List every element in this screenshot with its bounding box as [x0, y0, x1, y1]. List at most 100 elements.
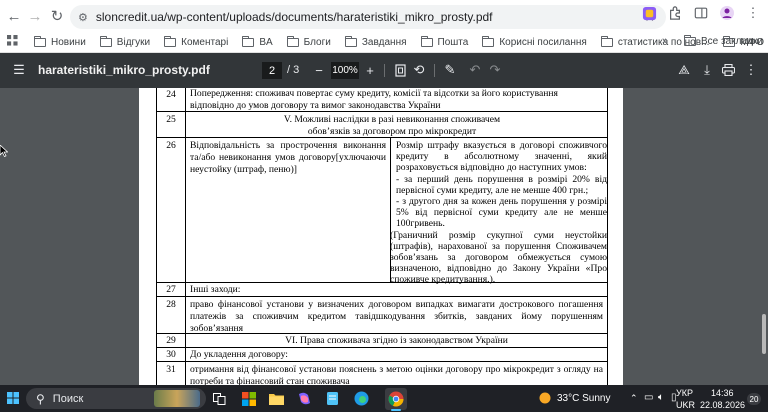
table-row: 30 До укладення договору: [156, 348, 608, 362]
profile-avatar-icon[interactable] [718, 4, 736, 22]
pdf-page: 24 Попередження: споживач повертає суму … [139, 88, 623, 385]
row-number: 31 [166, 364, 176, 375]
all-bookmarks-folder[interactable]: Все закладки [684, 35, 763, 47]
penalty-text: - за перший день порушення в розмірі 20%… [396, 173, 607, 196]
folder-icon [684, 35, 696, 46]
row-text: Інші заходи: [190, 284, 241, 295]
column-divider [185, 112, 186, 137]
microsoft-edge-icon[interactable] [353, 390, 370, 407]
penalty-text: Розмір штрафу вказується в договорі спож… [396, 140, 607, 174]
bookmark-folder[interactable]: Завдання [344, 35, 407, 48]
pdf-toolbar: ☰ harateristiki_mikro_prosty.pdf 2 / 3 −… [0, 53, 768, 88]
forward-button[interactable]: → [23, 4, 47, 28]
url-text[interactable]: sloncredit.ua/wp-content/uploads/documen… [96, 10, 493, 24]
search-placeholder: Поиск [52, 392, 84, 405]
undo-icon[interactable]: ↶ [467, 62, 483, 78]
weather-sun-icon[interactable] [538, 391, 552, 408]
volume-icon[interactable]: 🔈︎ [658, 392, 664, 403]
windows-taskbar: ⚲ Поиск 33°C Sunny ⌃ ▭ 🔈︎ ▯ УКР UKR 14:3… [0, 385, 768, 412]
active-app-indicator [391, 409, 401, 411]
column-divider [185, 297, 186, 333]
extensions-puzzle-icon[interactable] [666, 4, 684, 22]
table-row: 26 Відповідальність за прострочення вико… [156, 138, 608, 286]
folder-icon [482, 35, 495, 47]
address-bar-row: ← → ↻ ⚙ sloncredit.ua/wp-content/uploads… [0, 0, 768, 32]
save-to-drive-icon[interactable]: ⟁ [676, 62, 692, 78]
bookmark-label: Новини [51, 36, 86, 48]
more-bookmarks-chevron-icon[interactable]: » [662, 35, 668, 47]
bookmark-label: BA [259, 36, 273, 48]
mouse-cursor-icon [0, 144, 9, 160]
folder-icon [420, 35, 433, 47]
folder-icon [34, 35, 46, 47]
table-row: 31 отримання від фінансової установи поя… [156, 362, 608, 385]
taskbar-search[interactable]: ⚲ Поиск [26, 388, 206, 409]
table-row: 29 VI. Права споживача згідно із законод… [156, 334, 608, 348]
pdf-viewport[interactable]: 24 Попередження: споживач повертає суму … [0, 88, 768, 385]
column-divider [185, 348, 186, 361]
fit-page-icon[interactable] [392, 62, 408, 78]
bookmark-folder[interactable]: Коментарі [164, 35, 229, 48]
download-icon[interactable]: ⤓ [699, 62, 715, 78]
omnibox[interactable]: ⚙ sloncredit.ua/wp-content/uploads/docum… [70, 5, 666, 29]
row-text: отримання від фінансової установи поясне… [190, 364, 603, 385]
notepad-app-icon[interactable] [324, 390, 341, 407]
clock-time[interactable]: 14:36 [711, 388, 734, 398]
clock-date[interactable]: 22.08.2026 [700, 400, 745, 410]
menu-kebab-icon[interactable]: ⋮ [744, 4, 762, 22]
table-row: 24 Попередження: споживач повертає суму … [156, 88, 608, 112]
redo-icon[interactable]: ↷ [487, 62, 503, 78]
apps-grid-icon[interactable] [7, 35, 18, 49]
table-row: 27 Інші заходи: [156, 283, 608, 297]
section-heading: VI. Права споживача згідно із законодавс… [285, 335, 508, 346]
rotate-icon[interactable]: ⟲ [411, 62, 427, 78]
row-text: право фінансової установи у визначених д… [190, 299, 603, 334]
bookmark-label: Відгуки [116, 36, 151, 48]
tray-chevron-icon[interactable]: ⌃ [630, 393, 638, 404]
zoom-in-icon[interactable]: + [362, 62, 378, 78]
copilot-icon[interactable] [296, 390, 313, 407]
bookmark-folder[interactable]: Пошта [420, 35, 469, 48]
row-text: Попередження: споживач повертає суму кре… [190, 88, 558, 111]
pdf-filename: harateristiki_mikro_prosty.pdf [38, 63, 210, 77]
row-number: 28 [166, 299, 176, 310]
annotate-pen-icon[interactable]: ✎ [442, 62, 458, 78]
weather-text[interactable]: 33°C Sunny [557, 393, 610, 404]
bookmark-folder[interactable]: Блоги [286, 35, 331, 48]
split-view-icon[interactable] [692, 4, 710, 22]
bookmark-label: Коментарі [181, 36, 229, 48]
network-icon[interactable]: ▭ [644, 392, 653, 403]
extension-colorful-icon[interactable] [640, 4, 658, 22]
bookmark-folder[interactable]: BA [242, 35, 273, 48]
zoom-level-input[interactable]: 100% [331, 62, 359, 79]
penalty-details: Розмір штрафу вказується в договорі спож… [390, 140, 607, 286]
zoom-out-icon[interactable]: − [311, 62, 327, 78]
toolbar-divider [434, 64, 435, 77]
bookmark-label: Блоги [303, 36, 331, 48]
chrome-icon[interactable] [385, 388, 407, 410]
scrollbar-thumb[interactable] [762, 314, 766, 354]
reload-button[interactable]: ↻ [45, 4, 69, 28]
page-number-input[interactable]: 2 [262, 62, 282, 79]
print-icon[interactable] [720, 62, 736, 78]
windows-start-icon[interactable] [7, 392, 19, 407]
language-layout[interactable]: UKR [676, 400, 695, 410]
bookmarks-bar: Новини Відгуки Коментарі BA Блоги Завдан… [0, 32, 768, 53]
bookmark-label: Пошта [437, 36, 469, 48]
bookmark-label: Корисні посилання [499, 36, 587, 48]
toolbar-divider [384, 64, 385, 77]
language-indicator[interactable]: УКР [676, 388, 693, 398]
notification-badge[interactable]: 20 [747, 393, 761, 405]
file-explorer-icon[interactable] [268, 390, 285, 407]
row-number: 25 [166, 114, 176, 125]
site-info-icon[interactable]: ⚙ [78, 11, 88, 24]
table-row: 28 право фінансової установи у визначени… [156, 297, 608, 334]
sidebar-menu-icon[interactable]: ☰ [11, 62, 27, 78]
task-view-icon[interactable] [211, 390, 228, 407]
more-options-icon[interactable]: ⋮ [743, 62, 759, 78]
microsoft-store-icon[interactable] [240, 390, 257, 407]
bookmark-folder[interactable]: Корисні посилання [482, 35, 587, 48]
column-divider [185, 283, 186, 296]
bookmark-folder[interactable]: Новини [34, 35, 86, 48]
bookmark-folder[interactable]: Відгуки [99, 35, 151, 48]
